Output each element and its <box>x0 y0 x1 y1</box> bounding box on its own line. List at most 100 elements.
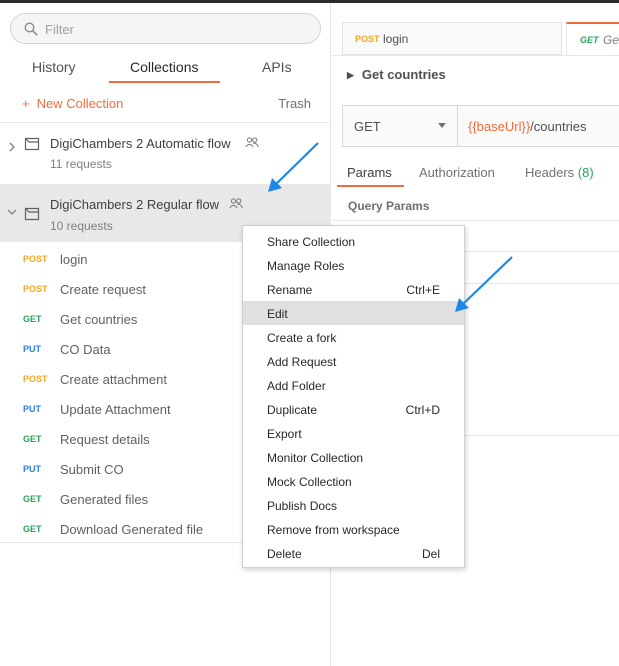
request-name: Generated files <box>60 492 149 507</box>
method-badge: POST <box>23 374 48 384</box>
collection-item[interactable]: DigiChambers 2 Automatic flow 11 request… <box>0 124 331 182</box>
collection-folder-icon <box>24 137 40 151</box>
menu-item-shortcut: Ctrl+E <box>406 283 440 297</box>
active-subtab-indicator <box>337 185 404 187</box>
menu-item-create-fork[interactable]: Create a fork <box>243 325 464 349</box>
menu-item-label: Publish Docs <box>267 499 338 513</box>
menu-item-add-request[interactable]: Add Request <box>243 349 464 373</box>
query-params-heading: Query Params <box>348 199 430 213</box>
menu-item-label: Rename <box>267 283 313 297</box>
menu-item-label: Add Request <box>267 355 337 369</box>
new-collection-label: New Collection <box>36 96 124 111</box>
method-badge: GET <box>23 314 42 324</box>
menu-item-label: Mock Collection <box>267 475 352 489</box>
menu-item-shortcut: Ctrl+D <box>405 403 440 417</box>
menu-item-monitor-collection[interactable]: Monitor Collection <box>243 445 464 469</box>
method-badge: GET <box>23 524 42 534</box>
collection-name: DigiChambers 2 Regular flow <box>50 197 220 212</box>
menu-item-publish-docs[interactable]: Publish Docs <box>243 493 464 517</box>
collection-request-count: 10 requests <box>50 219 113 233</box>
search-icon <box>24 22 38 36</box>
chevron-down-icon[interactable] <box>6 208 18 216</box>
request-tab-get-countries[interactable]: GET Get <box>566 22 619 55</box>
menu-item-rename[interactable]: Rename Ctrl+E <box>243 277 464 301</box>
team-icon <box>245 137 259 148</box>
method-badge: POST <box>23 284 48 294</box>
menu-item-mock-collection[interactable]: Mock Collection <box>243 469 464 493</box>
request-subtabs: Params Authorization Headers (8) <box>332 161 619 191</box>
tab-authorization[interactable]: Authorization <box>419 165 495 180</box>
search-input[interactable] <box>45 20 305 38</box>
collections-actions: + New Collection Trash <box>0 91 331 117</box>
method-badge: POST <box>355 34 380 44</box>
menu-item-shortcut: Del <box>421 547 440 561</box>
url-input[interactable]: {{baseUrl}}/countries <box>468 119 587 134</box>
search-box[interactable] <box>10 13 321 44</box>
menu-item-label: Manage Roles <box>267 259 345 273</box>
method-badge: PUT <box>23 344 41 354</box>
divider <box>0 122 331 123</box>
menu-item-remove-from-workspace[interactable]: Remove from workspace <box>243 517 464 541</box>
request-name: Create attachment <box>60 372 167 387</box>
headers-count: (8) <box>577 165 594 180</box>
menu-item-manage-roles[interactable]: Manage Roles <box>243 253 464 277</box>
url-variable: {{baseUrl}} <box>468 119 531 134</box>
chevron-right-icon[interactable] <box>8 141 16 153</box>
request-name: CO Data <box>60 342 111 357</box>
tab-history[interactable]: History <box>32 59 76 75</box>
tab-headers[interactable]: Headers (8) <box>525 165 594 180</box>
request-title-text: Get countries <box>361 67 446 82</box>
collection-folder-icon <box>24 207 40 221</box>
new-collection-button[interactable]: + New Collection <box>22 96 123 111</box>
menu-item-label: Duplicate <box>267 403 318 417</box>
collection-request-count: 11 requests <box>50 157 112 171</box>
menu-item-share-collection[interactable]: Share Collection <box>243 229 464 253</box>
menu-item-label: Monitor Collection <box>267 451 364 465</box>
menu-item-label: Edit <box>267 307 288 321</box>
request-tab-label: login <box>383 32 409 46</box>
trash-button[interactable]: Trash <box>278 96 311 111</box>
menu-item-label: Export <box>267 427 302 441</box>
active-tab-indicator <box>109 81 220 83</box>
request-title[interactable]: ▶ Get countries <box>347 67 446 82</box>
method-select[interactable]: GET <box>343 106 458 146</box>
menu-item-duplicate[interactable]: Duplicate Ctrl+D <box>243 397 464 421</box>
menu-item-label: Share Collection <box>267 235 356 249</box>
context-menu: Share Collection Manage Roles Rename Ctrl… <box>242 225 465 568</box>
team-icon <box>229 198 243 209</box>
request-name: Create request <box>60 282 146 297</box>
method-badge: GET <box>23 494 42 504</box>
menu-item-label: Create a fork <box>267 331 337 345</box>
request-name: Submit CO <box>60 462 124 477</box>
menu-item-edit[interactable]: Edit <box>243 301 464 325</box>
caret-right-icon: ▶ <box>347 70 354 80</box>
method-badge: POST <box>23 254 48 264</box>
menu-item-label: Add Folder <box>267 379 326 393</box>
menu-item-label: Remove from workspace <box>267 523 400 537</box>
request-name: Request details <box>60 432 150 447</box>
menu-item-delete[interactable]: Delete Del <box>243 541 464 565</box>
divider <box>332 220 619 221</box>
collection-name: DigiChambers 2 Automatic flow <box>50 136 231 151</box>
tab-apis[interactable]: APIs <box>262 59 292 75</box>
request-name: Download Generated file <box>60 522 204 537</box>
method-badge: GET <box>580 35 599 45</box>
tab-collections[interactable]: Collections <box>130 59 198 75</box>
request-tab-login[interactable]: POST login <box>342 22 562 55</box>
request-tab-label: Get <box>603 33 619 47</box>
request-name: Update Attachment <box>60 402 171 417</box>
request-name: Get countries <box>60 312 138 327</box>
divider <box>332 55 619 56</box>
method-badge: GET <box>23 434 42 444</box>
caret-down-icon <box>438 123 446 128</box>
tab-params[interactable]: Params <box>347 165 392 180</box>
plus-icon: + <box>22 96 30 111</box>
method-badge: PUT <box>23 464 41 474</box>
menu-item-export[interactable]: Export <box>243 421 464 445</box>
menu-item-label: Delete <box>267 547 302 561</box>
tab-headers-label: Headers <box>525 165 575 180</box>
request-name: login <box>60 252 88 267</box>
url-bar: GET {{baseUrl}}/countries <box>342 105 619 147</box>
menu-item-add-folder[interactable]: Add Folder <box>243 373 464 397</box>
method-select-value: GET <box>354 119 381 134</box>
